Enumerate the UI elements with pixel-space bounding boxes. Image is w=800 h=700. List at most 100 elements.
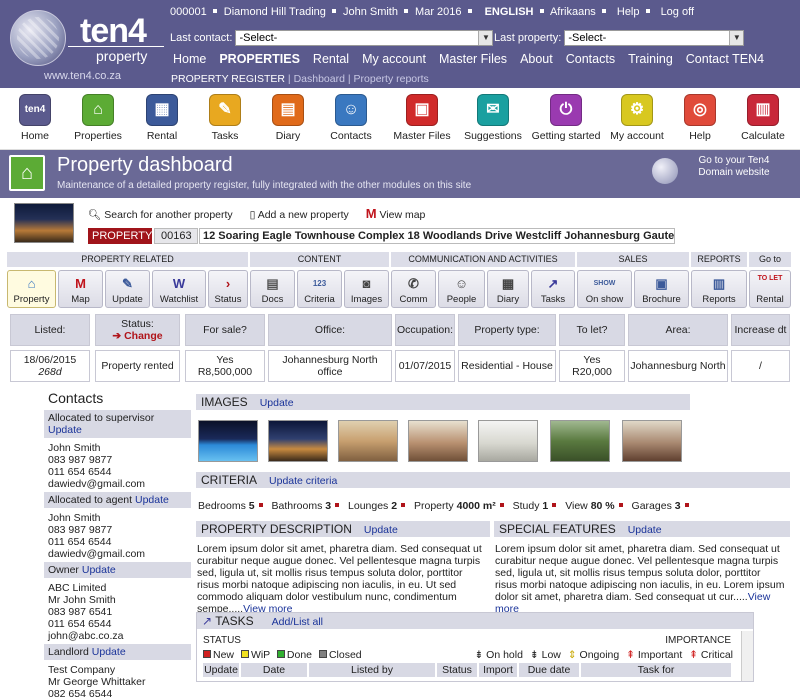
domain-website-link[interactable]: Go to your Ten4 Domain website <box>694 155 774 179</box>
col-due-date[interactable]: Due date <box>519 663 579 677</box>
property-image[interactable] <box>550 420 610 462</box>
module-my-account[interactable]: ⚙ My account <box>602 94 672 142</box>
ten4-logo[interactable]: ten4 property www.ten4.co.za <box>8 6 168 84</box>
criteria-update-link[interactable]: Update criteria <box>269 475 337 487</box>
lang-english[interactable]: ENGLISH <box>485 6 534 18</box>
tab-comm[interactable]: ✆ Comm <box>391 270 436 308</box>
lang-afrikaans[interactable]: Afrikaans <box>550 6 596 18</box>
user-name: John Smith <box>342 6 398 18</box>
update-landlord-link[interactable]: Update <box>92 646 126 658</box>
last-property-select[interactable]: -Select- ▼ <box>564 30 745 46</box>
nav-rental[interactable]: Rental <box>313 52 349 66</box>
tab-update[interactable]: ✎ Update <box>105 270 150 308</box>
breadcrumb-dashboard[interactable]: Dashboard <box>294 73 345 85</box>
module-diary[interactable]: ▤ Diary <box>253 94 323 142</box>
tasks-table-header: Update Date Listed by Status Import Due … <box>203 663 733 677</box>
contact-email[interactable]: john@abc.co.za <box>44 630 191 642</box>
tasks-scrollbar[interactable] <box>741 631 753 681</box>
module-getting-started[interactable]: ⏻ Getting started <box>530 94 602 142</box>
contact-email[interactable]: dawiedv@gmail.com <box>44 548 191 560</box>
contact-line: 082 654 6544 <box>48 688 113 700</box>
col-listed-by[interactable]: Listed by <box>309 663 435 677</box>
criteria-label: Lounges <box>348 500 389 512</box>
module-properties[interactable]: ⌂ Properties <box>63 94 133 142</box>
tab-map[interactable]: M Map <box>58 270 103 308</box>
module-contacts[interactable]: ☺ Contacts <box>316 94 386 142</box>
logo-divider <box>68 46 164 47</box>
nav-training[interactable]: Training <box>628 52 673 66</box>
tab-diary[interactable]: ▦ Diary <box>487 270 529 308</box>
criteria-value: 2 <box>391 500 398 512</box>
nav-contacts[interactable]: Contacts <box>566 52 615 66</box>
contact-group-label: Owner <box>48 564 79 576</box>
tab-rental[interactable]: TO LET Rental <box>749 270 791 308</box>
update-agent-link[interactable]: Update <box>135 494 169 506</box>
tab-reports[interactable]: ▥ Reports <box>691 270 747 308</box>
nav-my-account[interactable]: My account <box>362 52 426 66</box>
tab-brochure[interactable]: ▣ Brochure <box>634 270 689 308</box>
view-map-link[interactable]: M View map <box>366 206 426 221</box>
tab-people[interactable]: ☺ People <box>438 270 485 308</box>
tab-property[interactable]: ⌂ Property <box>7 270 56 308</box>
module-label: Help <box>689 130 711 142</box>
tab-status[interactable]: › Status <box>208 270 248 308</box>
status-header: Status: ➔ Change <box>95 314 180 346</box>
nav-home[interactable]: Home <box>173 52 206 66</box>
arrow-up-icon: ⇞ <box>626 649 635 661</box>
col-update[interactable]: Update <box>203 663 239 677</box>
property-image[interactable] <box>268 420 328 462</box>
property-thumbnail[interactable] <box>14 203 74 243</box>
status-change-link[interactable]: ➔ Change <box>112 330 162 342</box>
module-label: My account <box>610 130 664 142</box>
tab-tasks[interactable]: ↗ Tasks <box>531 270 575 308</box>
nav-contact-ten4[interactable]: Contact TEN4 <box>686 52 764 66</box>
tab-images[interactable]: ◙ Images <box>344 270 389 308</box>
property-image[interactable] <box>478 420 538 462</box>
site-url[interactable]: www.ten4.co.za <box>44 70 121 82</box>
search-property-link[interactable]: 🔍︎ Search for another property <box>88 208 233 221</box>
breadcrumb-register[interactable]: PROPERTY REGISTER <box>171 73 285 85</box>
nav-master-files[interactable]: Master Files <box>439 52 507 66</box>
tab-watchlist[interactable]: W Watchlist <box>152 270 206 308</box>
contact-line: 011 654 6544 <box>48 466 112 478</box>
col-import[interactable]: Import <box>479 663 517 677</box>
importance-legend-label: IMPORTANCE <box>665 635 731 646</box>
module-master-files[interactable]: ▣ Master Files <box>387 94 457 142</box>
module-calculate[interactable]: ▥ Calculate <box>728 94 798 142</box>
chevron-down-icon: ▼ <box>478 31 493 45</box>
property-label: PROPERTY <box>88 228 152 244</box>
module-tasks[interactable]: ✎ Tasks <box>190 94 260 142</box>
property-image[interactable] <box>622 420 682 462</box>
nav-properties[interactable]: PROPERTIES <box>219 52 300 66</box>
module-rental[interactable]: ▦ Rental <box>127 94 197 142</box>
breadcrumb-reports[interactable]: Property reports <box>354 73 429 85</box>
module-home[interactable]: ten4 Home <box>0 94 70 142</box>
col-status[interactable]: Status <box>437 663 477 677</box>
update-supervisor-link[interactable]: Update <box>48 424 82 436</box>
tasks-add-link[interactable]: Add/List all <box>272 616 323 628</box>
update-owner-link[interactable]: Update <box>82 564 116 576</box>
col-date[interactable]: Date <box>241 663 307 677</box>
last-contact-select[interactable]: -Select- ▼ <box>235 30 494 46</box>
property-image[interactable] <box>338 420 398 462</box>
logoff-link[interactable]: Log off <box>661 6 694 18</box>
images-update-link[interactable]: Update <box>260 397 294 409</box>
add-property-link[interactable]: ▯ Add a new property <box>250 209 349 221</box>
tab-criteria[interactable]: 123 Criteria <box>297 270 342 308</box>
description-body: Lorem ipsum dolor sit amet, pharetra dia… <box>197 543 482 615</box>
tab-on-show[interactable]: SHOW On show <box>577 270 632 308</box>
col-task-for[interactable]: Task for <box>581 663 731 677</box>
nav-about[interactable]: About <box>520 52 553 66</box>
description-update-link[interactable]: Update <box>364 524 398 536</box>
contact-group-label: Allocated to agent <box>48 494 133 506</box>
property-image[interactable] <box>198 420 258 462</box>
property-image[interactable] <box>408 420 468 462</box>
listed-days: 268d <box>38 366 62 378</box>
module-help[interactable]: ◎ Help <box>665 94 735 142</box>
contact-email[interactable]: dawiedv@gmail.com <box>44 478 191 490</box>
help-link[interactable]: Help <box>617 6 640 18</box>
to-let-flag: Yes <box>583 354 601 366</box>
features-update-link[interactable]: Update <box>628 524 662 536</box>
module-suggestions[interactable]: ✉ Suggestions <box>458 94 528 142</box>
tab-docs[interactable]: ▤ Docs <box>250 270 295 308</box>
